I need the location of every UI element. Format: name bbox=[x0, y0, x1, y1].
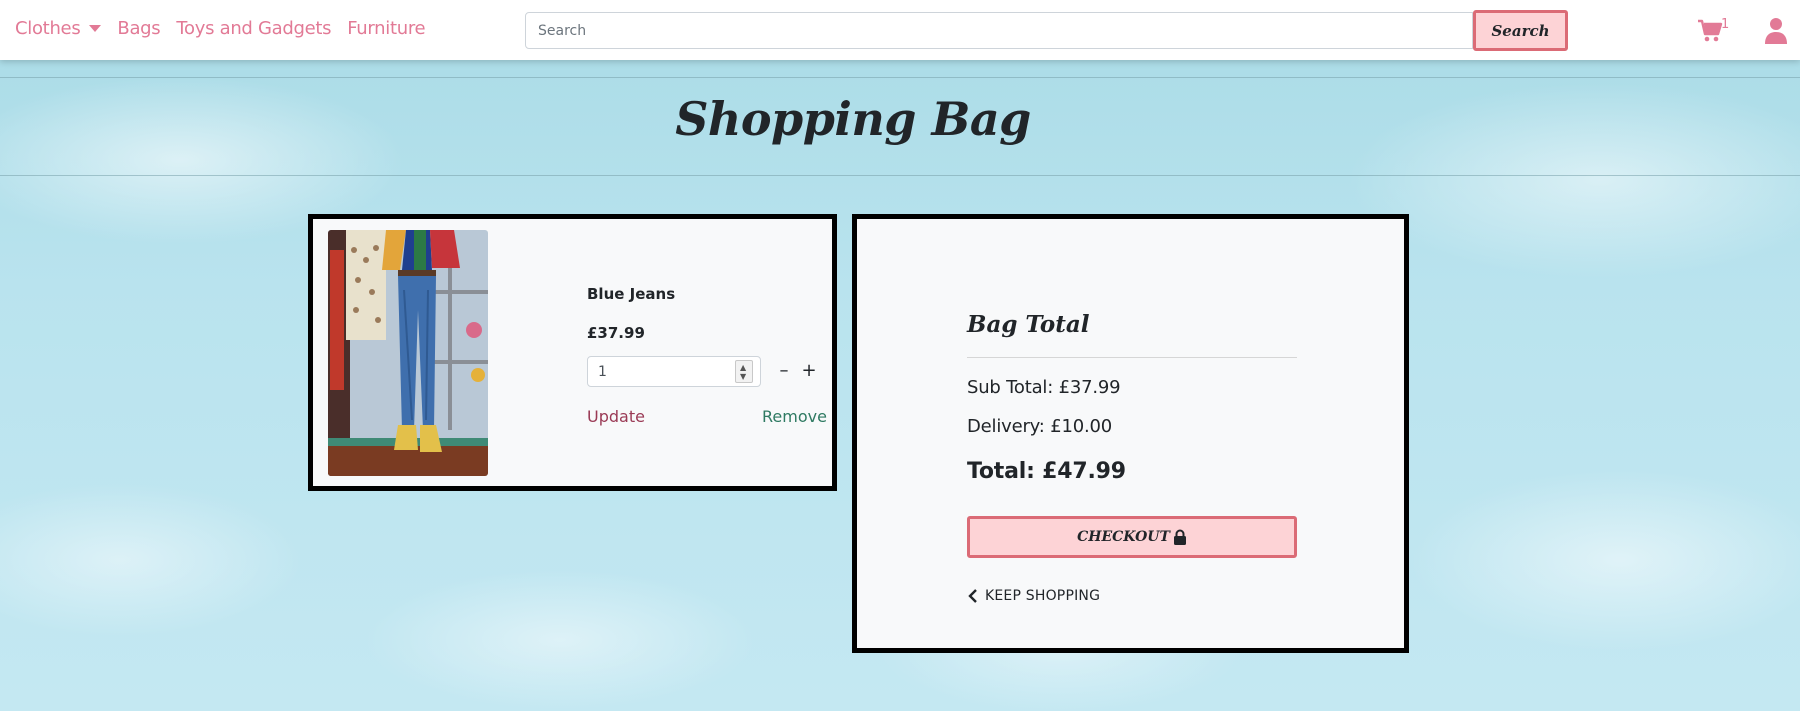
spinner-down-icon[interactable]: ▼ bbox=[740, 373, 746, 381]
increment-quantity-button[interactable]: + bbox=[798, 359, 820, 383]
header-divider-bottom bbox=[0, 175, 1800, 176]
remove-link[interactable]: Remove bbox=[762, 407, 827, 426]
header-divider-top bbox=[0, 77, 1800, 78]
bag-item-card: Blue Jeans £37.99 ▲ ▼ – + Update Remove bbox=[308, 214, 837, 491]
page-title: Shopping Bag bbox=[675, 92, 1031, 146]
bag-total-card: Bag Total Sub Total: £37.99 Delivery: £1… bbox=[852, 214, 1409, 653]
navbar: Clothes Bags Toys and Gadgets Furniture … bbox=[0, 0, 1800, 60]
chevron-left-icon bbox=[968, 589, 977, 603]
update-link[interactable]: Update bbox=[587, 407, 645, 426]
search-input[interactable] bbox=[525, 12, 1473, 49]
nav-item-toys-and-gadgets[interactable]: Toys and Gadgets bbox=[176, 18, 331, 39]
nav-item-clothes[interactable]: Clothes bbox=[15, 18, 102, 39]
nav-item-bags[interactable]: Bags bbox=[117, 18, 160, 39]
keep-shopping-link[interactable]: KEEP SHOPPING bbox=[967, 588, 1100, 604]
subtotal-text: Sub Total: £37.99 bbox=[967, 377, 1121, 398]
caret-down-icon bbox=[89, 25, 102, 32]
bag-total-title: Bag Total bbox=[967, 311, 1090, 338]
quantity-spinner[interactable]: ▲ ▼ bbox=[735, 360, 753, 383]
grand-total-text: Total: £47.99 bbox=[967, 459, 1126, 484]
checkout-label: CHECKOUT bbox=[1077, 529, 1170, 545]
decrement-quantity-button[interactable]: – bbox=[773, 359, 795, 383]
delivery-text: Delivery: £10.00 bbox=[967, 416, 1112, 437]
bag-total-divider bbox=[967, 357, 1297, 358]
keep-shopping-label: KEEP SHOPPING bbox=[985, 588, 1101, 604]
shopping-cart-icon[interactable] bbox=[1697, 18, 1723, 44]
lock-icon bbox=[1173, 529, 1186, 545]
search-button[interactable]: Search bbox=[1473, 10, 1568, 51]
item-price: £37.99 bbox=[587, 324, 645, 342]
spinner-up-icon[interactable]: ▲ bbox=[740, 364, 746, 372]
cart-count-badge: 1 bbox=[1721, 17, 1730, 32]
item-name: Blue Jeans bbox=[587, 285, 676, 303]
nav-item-furniture[interactable]: Furniture bbox=[347, 18, 425, 39]
nav-links: Clothes Bags Toys and Gadgets Furniture bbox=[15, 18, 441, 39]
user-icon[interactable] bbox=[1764, 17, 1788, 44]
nav-item-clothes-label: Clothes bbox=[15, 18, 81, 39]
product-image[interactable] bbox=[328, 230, 488, 476]
checkout-button[interactable]: CHECKOUT bbox=[967, 516, 1297, 558]
